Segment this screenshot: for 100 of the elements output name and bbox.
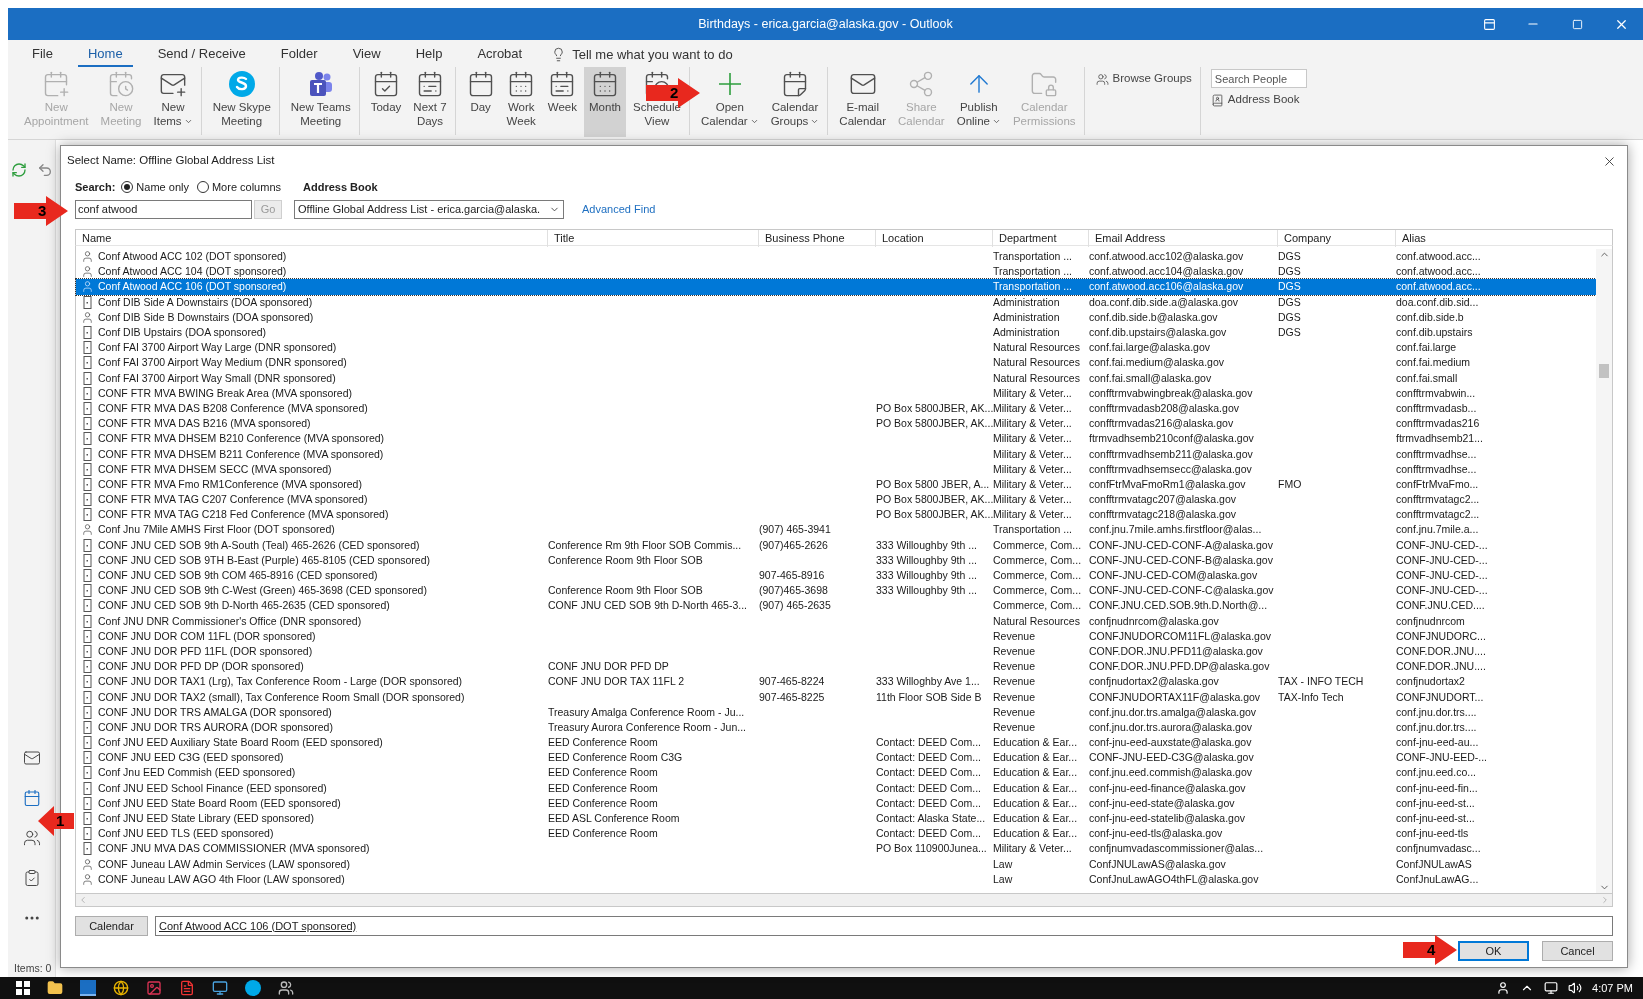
menu-tab[interactable]: Help	[405, 42, 453, 67]
column-header[interactable]: Email Address	[1089, 230, 1278, 247]
contact-row[interactable]: Conf JNU EED School Finance (EED sponsored) EED Conference Room Contact: DEED Com... Education & Ear... conf-jnu-eed-finance@alaska.gov conf-jnu-eed-fin...	[76, 780, 1596, 796]
column-header[interactable]: Alias	[1396, 230, 1612, 247]
vertical-scrollbar[interactable]	[1596, 249, 1612, 893]
contact-row[interactable]: Conf JNU EED State Board Room (EED sponsored) EED Conference Room Contact: DEED Com... Education & Ear... conf-jnu-eed-state@alaska.gov conf-jnu-eed-st...	[76, 795, 1596, 811]
contact-row[interactable]: Conf DIB Side A Downstairs (DOA sponsored) Administration doa.conf.dib.side.a@alaska.gov DGS doa.conf.dib.sid...	[76, 294, 1596, 310]
contact-row[interactable]: Conf DIB Side B Downstairs (DOA sponsored) Administration conf.dib.side.b@alaska.gov DGS conf.dib.side.b	[76, 309, 1596, 325]
contact-row[interactable]: CONF Juneau LAW AGO 4th Floor (LAW sponsored) Law ConfJnuLawAGO4thFL@alaska.gov ConfJnuLawAG...	[76, 871, 1596, 887]
contact-row[interactable]: CONF JNU CED SOB 9th COM 465-8916 (CED sponsored) 907-465-8916 333 Willoughby 9th ... Commerce, Com... CONF-JNU-CED-COM@alaska.gov CONF-JNU-CED-...	[76, 567, 1596, 584]
contact-row[interactable]: CONF JNU EED C3G (EED sponsored) EED Conference Room C3G Contact: DEED Com... Education & Ear... CONF-JNU-EED-C3G@alaska.gov CONF-JNU-EED-...	[76, 750, 1596, 766]
recipients-field[interactable]: Conf Atwood ACC 106 (DOT sponsored)	[155, 916, 1613, 936]
menu-tab[interactable]: View	[342, 42, 391, 67]
ribbon-button[interactable]: Calendar Groups	[765, 67, 825, 137]
ribbon-button[interactable]: E-mail Calendar	[834, 67, 891, 137]
ribbon-button[interactable]: Work Week	[501, 67, 541, 137]
contact-row[interactable]: CONF Juneau LAW Admin Services (LAW sponsored) Law ConfJNULawAS@alaska.gov ConfJNULawAS	[76, 856, 1596, 872]
calendar-button[interactable]: Calendar	[75, 916, 148, 936]
tasks-icon[interactable]	[22, 869, 41, 887]
calendar-icon[interactable]	[22, 789, 41, 807]
contact-row[interactable]: CONF FTR MVA DHSEM SECC (MVA sponsored) Military & Veter... confftrmvadhsemsecc@alaska.gov confftrmvadhse...	[76, 461, 1596, 477]
column-header[interactable]: Department	[993, 230, 1089, 247]
contact-row[interactable]: CONF JNU CED SOB 9th C-West (Green) 465-3698 (CED sponsored) Conference Room 9th Floor SOB (907)465-3698 333 Willoughby 9th ... Commerce, Com... CONF-JNU-CED-CONF-C@alaska.gov CONF-JNU-CED-...	[76, 583, 1596, 599]
contact-row[interactable]: Conf JNU EED State Library (EED sponsored) EED ASL Conference Room Contact: Alaska State... Education & Ear... conf-jnu-eed-statelib@alaska.gov conf-jnu-eed-st...	[76, 810, 1596, 827]
people-icon[interactable]	[22, 829, 41, 847]
contact-row[interactable]: CONF FTR MVA TAG C207 Conference (MVA sponsored) PO Box 5800JBER, AK...Military & Veter... confftrmvatagc207@alaska.gov confftrmvatagc2...	[76, 492, 1596, 508]
contact-row[interactable]: CONF FTR MVA TAG C218 Fed Conference (MVA sponsored) PO Box 5800JBER, AK...Military & Veter... confftrmvatagc218@alaska.gov confftrmvatagc2...	[76, 507, 1596, 523]
contact-row[interactable]: CONF JNU MVA DAS COMMISSIONER (MVA sponsored) PO Box 110900Junea... Military & Veter... confjnumvadascommissioner@alas... confjnumvadasc...	[76, 841, 1596, 857]
search-mode-radio[interactable]: More columns	[196, 178, 281, 196]
contact-row[interactable]: Conf JNU EED TLS (EED sponsored) EED Conference Room Contact: DEED Com... Education & Ear... conf-jnu-eed-tls@alaska.gov conf-jnu-eed-tls	[76, 826, 1596, 842]
ribbon-button[interactable]: Day	[461, 67, 500, 137]
contact-row[interactable]: CONF FTR MVA DAS B208 Conference (MVA sponsored) PO Box 5800JBER, AK...Military & Veter... confftrmvadasb208@alaska.gov confftrmvadasb...	[76, 400, 1596, 417]
ribbon-button[interactable]: Open Calendar	[695, 67, 764, 137]
menu-tab[interactable]: Folder	[270, 42, 328, 67]
search-mode-radio[interactable]: Name only	[121, 178, 189, 196]
column-header[interactable]: Location	[876, 230, 993, 247]
contact-row[interactable]: Conf FAI 3700 Airport Way Small (DNR sponsored) Natural Resources conf.fai.small@alaska.gov conf.fai.small	[76, 370, 1596, 386]
contact-row[interactable]: CONF JNU DOR TAX1 (Lrg), Tax Conference Room - Large (DOR sponsored) CONF JNU DOR TAX 11FL 2 907-465-8224 333 Willoghby Ave 1... Revenue confjnudortax2@alaska.gov TAX - INFO TECH confjnudortax2	[76, 674, 1596, 690]
contact-row[interactable]: Conf JNU EED Auxiliary State Board Room (EED sponsored) EED Conference Room Contact: DEED Com... Education & Ear... conf-jnu-eed-auxstate@alaska.gov conf-jnu-eed-au...	[76, 735, 1596, 751]
column-header[interactable]: Name	[76, 230, 548, 247]
column-header[interactable]: Title	[548, 230, 759, 247]
ribbon-button[interactable]: New Skype Meeting	[207, 67, 276, 137]
contact-row[interactable]: CONF JNU CED SOB 9TH B-East (Purple) 465-8105 (CED sponsored) Conference Room 9th Floor SOB 333 Willoughby 9th ... Commerce, Com... CONF-JNU-CED-CONF-B@alaska.gov CONF-JNU-CED-...	[76, 552, 1596, 568]
contact-row[interactable]: CONF FTR MVA BWING Break Area (MVA sponsored) Military & Veter... confftrmvabwingbreak@alaska.gov confftrmvabwin...	[76, 385, 1596, 401]
contact-row[interactable]: CONF FTR MVA DAS B216 (MVA sponsored) PO Box 5800JBER, AK...Military & Veter... confftrmvadas216@alaska.gov confftrmvadas216	[76, 416, 1596, 432]
contact-row[interactable]: CONF FTR MVA DHSEM B210 Conference (MVA sponsored) Military & Veter... ftrmvadhsemb210conf@alaska.gov ftrmvadhsemb21...	[76, 431, 1596, 447]
advanced-find-link[interactable]: Advanced Find	[582, 200, 656, 218]
contact-row[interactable]: Conf FAI 3700 Airport Way Medium (DNR sponsored) Natural Resources conf.fai.medium@alaska.gov conf.fai.medium	[76, 355, 1596, 371]
browse-groups-button[interactable]: Browse Groups	[1095, 70, 1192, 88]
network-icon[interactable]	[1544, 981, 1559, 995]
contact-row[interactable]: Conf Jnu 7Mile AMHS First Floor (DOT sponsored) (907) 465-3941 Transportation ... conf.jnu.7mile.amhs.firstfloor@alas... conf.jnu.7mile.a...	[76, 522, 1596, 538]
search-people-field[interactable]: Search People	[1210, 69, 1307, 88]
ribbon-button[interactable]: New Items	[148, 67, 198, 137]
monitor-icon[interactable]	[212, 980, 228, 996]
column-header[interactable]: Company	[1278, 230, 1396, 247]
clock[interactable]: 4:07 PM	[1592, 979, 1633, 997]
person-icon[interactable]	[1496, 981, 1511, 995]
image-icon[interactable]	[146, 980, 162, 996]
contact-row[interactable]: CONF JNU DOR TAX2 (small), Tax Conference Room Small (DOR sponsored) 907-465-8225 11th Floor SOB Side B Revenue CONFJNUDORTAX11F@alaska.gov TAX-Info Tech CONFJNUDORT...	[76, 689, 1596, 705]
contact-row[interactable]: Conf DIB Upstairs (DOA sponsored) Administration conf.dib.upstairs@alaska.gov DGS conf.dib.upstairs	[76, 324, 1596, 341]
contact-row[interactable]: CONF JNU CED SOB 9th A-South (Teal) 465-2626 (CED sponsored) Conference Rm 9th Floor SOB Commis... (907)465-2626 333 Willoughby 9th ... Commerce, Com... CONF-JNU-CED-CONF-A@alaska.gov CONF-JNU-CED-...	[76, 537, 1596, 553]
ribbon-button[interactable]: Week	[542, 67, 582, 137]
globe-icon[interactable]	[113, 980, 129, 996]
windows-icon[interactable]	[16, 981, 30, 995]
contact-row[interactable]: CONF JNU DOR TRS AMALGA (DOR sponsored) Treasury Amalga Conference Room - Ju... Revenue conf.jnu.dor.trs.amalga@alaska.gov conf.jnu.dor.trs....	[76, 704, 1596, 720]
address-book-button[interactable]: Address Book	[1210, 91, 1300, 109]
ribbon-button[interactable]: Publish Online	[951, 67, 1006, 137]
contact-row[interactable]: CONF FTR MVA Fmo RM1Conference (MVA sponsored) PO Box 5800 JBER, A... Military & Veter... confFtrMvaFmoRm1@alaska.gov FMO confFtrMvaFmo...	[76, 476, 1596, 492]
folder-icon[interactable]	[47, 980, 63, 996]
contact-row[interactable]: Conf Atwood ACC 104 (DOT sponsored) Transportation ... conf.atwood.acc104@alaska.gov DGS conf.atwood.acc...	[76, 264, 1596, 280]
contact-row[interactable]: Conf JNU DNR Commissioner's Office (DNR sponsored) Natural Resources confjnudnrcom@alaska.gov confjnudnrcom	[76, 613, 1596, 629]
mail-icon[interactable]	[22, 749, 41, 767]
contact-row[interactable]: CONF JNU DOR COM 11FL (DOR sponsored) Revenue CONFJNUDORCOM11FL@alaska.gov CONFJNUDORC...	[76, 628, 1596, 644]
contact-row[interactable]: Conf FAI 3700 Airport Way Large (DNR sponsored) Natural Resources conf.fai.large@alaska.gov conf.fai.large	[76, 340, 1596, 356]
tell-me-field[interactable]: Tell me what you want to do	[551, 42, 773, 67]
contact-row[interactable]: CONF JNU DOR PFD 11FL (DOR sponsored) Revenue CONF.DOR.JNU.PFD11@alaska.gov CONF.DOR.JNU....	[76, 643, 1596, 660]
contact-row[interactable]: Conf Atwood ACC 102 (DOT sponsored) Transportation ... conf.atwood.acc102@alaska.gov DGS conf.atwood.acc...	[76, 249, 1596, 265]
contact-row[interactable]: CONF JNU DOR TRS AURORA (DOR sponsored) Treasury Aurora Conference Room - Jun... Revenue conf.jnu.dor.trs.aurora@alaska.gov conf.jnu.dor.trs....	[76, 719, 1596, 735]
dialog-button[interactable]: Cancel	[1542, 941, 1613, 961]
contact-row[interactable]: Conf Jnu EED Commish (EED sponsored) EED Conference Room Contact: DEED Com... Education & Ear... conf.jnu.eed.commish@alaska.gov conf.jnu.eed.co...	[76, 765, 1596, 781]
volume-icon[interactable]	[1568, 981, 1583, 995]
document-icon[interactable]	[179, 980, 195, 996]
address-book-dropdown[interactable]: Offline Global Address List - erica.garcia@alaska.	[294, 199, 564, 219]
ribbon-button[interactable]: Next 7 Days	[408, 67, 452, 137]
dialog-button[interactable]: OK	[1458, 941, 1529, 961]
menu-tab[interactable]: Acrobat	[467, 42, 533, 67]
ribbon-button[interactable]: New Teams Meeting	[285, 67, 356, 137]
people-icon[interactable]	[278, 980, 294, 996]
contact-row[interactable]: CONF FTR MVA DHSEM B211 Conference (MVA sponsored) Military & Veter... confftrmvadhsemb211@alaska.gov confftrmvadhse...	[76, 446, 1596, 462]
ribbon-button[interactable]: Month	[584, 67, 626, 137]
contact-row[interactable]: CONF JNU DOR PFD DP (DOR sponsored) CONF JNU DOR PFD DP Revenue CONF.DOR.JNU.PFD.DP@alaska.gov CONF.DOR.JNU....	[76, 659, 1596, 675]
sync-icon[interactable]	[10, 162, 27, 178]
scrollbar-thumb[interactable]	[1599, 364, 1609, 378]
ribbon-button[interactable]: Today	[365, 67, 407, 137]
search-field[interactable]: conf atwood	[75, 199, 252, 219]
contact-row[interactable]: Conf Atwood ACC 106 (DOT sponsored) Transportation ... conf.atwood.acc106@alaska.gov DGS conf.atwood.acc...	[76, 279, 1596, 295]
column-header[interactable]: Business Phone	[759, 230, 876, 247]
undo-icon[interactable]	[36, 162, 53, 178]
menu-tab[interactable]: File	[22, 42, 63, 67]
menu-tab[interactable]: Send / Receive	[147, 42, 256, 67]
